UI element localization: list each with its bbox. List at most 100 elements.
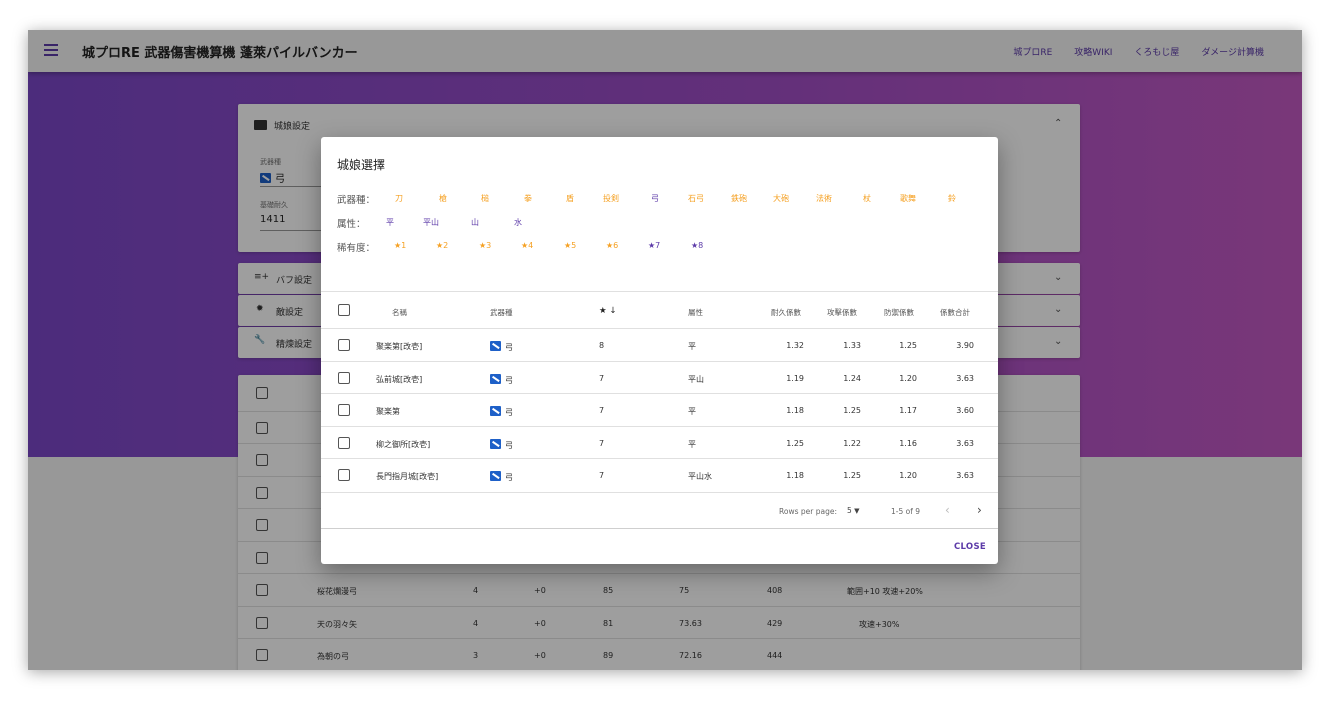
weapon-chip-shield[interactable]: 盾 — [566, 193, 574, 204]
row-checkbox[interactable] — [338, 404, 350, 416]
row-checkbox[interactable] — [338, 437, 350, 449]
bow-icon — [490, 374, 501, 384]
weapon-chip-katana[interactable]: 刀 — [395, 193, 403, 204]
rarity-cell: 7 — [599, 406, 605, 415]
weapon-text: 弓 — [505, 408, 513, 417]
weapon-cell: 弓 — [490, 341, 513, 353]
prev-page-icon[interactable]: ‹ — [945, 503, 950, 517]
def-coef-cell: 1.17 — [899, 406, 917, 415]
attribute-cell: 平山水 — [688, 472, 712, 481]
atk-coef-cell: 1.25 — [843, 406, 861, 415]
total-coef-cell: 3.63 — [956, 471, 974, 480]
column-name[interactable]: 名稱 — [392, 307, 407, 318]
attribute-cell: 平山 — [688, 375, 704, 384]
weapon-chip-fist[interactable]: 拳 — [524, 193, 532, 204]
hp-coef-cell: 1.18 — [786, 406, 804, 415]
bow-icon — [490, 439, 501, 449]
weapon-cell: 弓 — [490, 374, 513, 386]
weapon-chip-dance[interactable]: 歌舞 — [900, 193, 916, 204]
castle-name: 柳之御所[改壱] — [376, 440, 431, 449]
attribute-chip-mountain[interactable]: 山 — [471, 217, 479, 228]
hp-coef-cell: 1.25 — [786, 439, 804, 448]
attribute-chip-water[interactable]: 水 — [514, 217, 522, 228]
weapon-chip-hammer[interactable]: 槌 — [481, 193, 489, 204]
caret-down-icon: ▼ — [854, 507, 860, 515]
def-coef-cell: 1.20 — [899, 471, 917, 480]
attribute-cell: 平 — [688, 342, 696, 351]
def-coef-cell: 1.25 — [899, 341, 917, 350]
rarity-cell: 8 — [599, 341, 605, 350]
hp-coef-cell: 1.19 — [786, 374, 804, 383]
bow-icon — [490, 471, 501, 481]
weapon-filter-label: 武器種： — [337, 195, 376, 206]
column-rarity[interactable]: ★ ↓ — [599, 306, 616, 316]
weapon-cell: 弓 — [490, 406, 513, 418]
app-window: 城プロRE 武器傷害機算機 蓬萊パイルバンカー 城プロRE 攻略WIKI くろも… — [28, 30, 1302, 670]
def-coef-cell: 1.20 — [899, 374, 917, 383]
total-coef-cell: 3.63 — [956, 439, 974, 448]
attribute-cell: 平 — [688, 407, 696, 416]
weapon-chip-gun[interactable]: 鉄砲 — [731, 193, 747, 204]
weapon-text: 弓 — [505, 376, 513, 385]
attribute-chip-flat[interactable]: 平 — [386, 217, 394, 228]
column-weapon[interactable]: 武器種 — [490, 307, 513, 318]
weapon-chip-staff[interactable]: 杖 — [863, 193, 871, 204]
weapon-chip-magic[interactable]: 法術 — [816, 193, 832, 204]
rarity-chip-8[interactable]: ★8 — [691, 241, 703, 250]
weapon-chip-crossbow[interactable]: 石弓 — [688, 193, 704, 204]
column-rarity-label: ★ — [599, 306, 607, 316]
page-range: 1-5 of 9 — [891, 507, 921, 516]
table-row[interactable]: 長門指月城[改壱] 弓 7 平山水 1.18 1.25 1.20 3.63 — [321, 458, 998, 490]
table-row[interactable]: 弘前城[改壱] 弓 7 平山 1.19 1.24 1.20 3.63 — [321, 361, 998, 393]
rows-per-page-select[interactable]: 5 ▼ — [847, 506, 860, 515]
table-row[interactable]: 聚楽第 弓 7 平 1.18 1.25 1.17 3.60 — [321, 393, 998, 425]
weapon-chip-bow[interactable]: 弓 — [651, 193, 659, 204]
rarity-chip-3[interactable]: ★3 — [479, 241, 491, 250]
next-page-icon[interactable]: › — [977, 503, 982, 517]
sort-arrow-icon: ↓ — [609, 306, 617, 316]
column-hp-coef[interactable]: 耐久係數 — [771, 307, 801, 318]
dialog-title: 城娘選擇 — [337, 158, 386, 172]
total-coef-cell: 3.63 — [956, 374, 974, 383]
row-checkbox[interactable] — [338, 372, 350, 384]
table-pagination: Rows per page: 5 ▼ 1-5 of 9 ‹ › — [321, 492, 998, 528]
rarity-cell: 7 — [599, 439, 605, 448]
rarity-filter-label: 稀有度： — [337, 243, 376, 254]
weapon-text: 弓 — [505, 343, 513, 352]
hp-coef-cell: 1.18 — [786, 471, 804, 480]
hp-coef-cell: 1.32 — [786, 341, 804, 350]
rows-per-page-value: 5 — [847, 506, 852, 515]
rarity-cell: 7 — [599, 374, 605, 383]
rarity-chip-4[interactable]: ★4 — [521, 241, 533, 250]
close-button[interactable]: CLOSE — [954, 542, 986, 552]
table-row[interactable]: 柳之御所[改壱] 弓 7 平 1.25 1.22 1.16 3.63 — [321, 426, 998, 458]
weapon-chip-bell[interactable]: 鈴 — [948, 193, 956, 204]
column-attribute[interactable]: 屬性 — [688, 307, 703, 318]
column-atk-coef[interactable]: 攻擊係數 — [827, 307, 857, 318]
rarity-chip-1[interactable]: ★1 — [394, 241, 406, 250]
table-row[interactable]: 聚楽第[改壱] 弓 8 平 1.32 1.33 1.25 3.90 — [321, 328, 998, 360]
rarity-chip-5[interactable]: ★5 — [564, 241, 576, 250]
attribute-cell: 平 — [688, 440, 696, 449]
rarity-chip-7[interactable]: ★7 — [648, 241, 660, 250]
weapon-cell: 弓 — [490, 471, 513, 483]
attribute-chip-flat-mountain[interactable]: 平山 — [423, 217, 439, 228]
atk-coef-cell: 1.25 — [843, 471, 861, 480]
weapon-text: 弓 — [505, 441, 513, 450]
column-def-coef[interactable]: 防禦係數 — [884, 307, 914, 318]
weapon-chip-spear[interactable]: 槍 — [439, 193, 447, 204]
weapon-chip-cannon[interactable]: 大砲 — [773, 193, 789, 204]
select-all-checkbox[interactable] — [338, 304, 350, 316]
table-header: 名稱 武器種 ★ ↓ 屬性 耐久係數 攻擊係數 防禦係數 係數合計 — [321, 291, 998, 329]
rows-per-page-label: Rows per page: — [779, 507, 837, 516]
rarity-chip-2[interactable]: ★2 — [436, 241, 448, 250]
castle-name: 聚楽第[改壱] — [376, 342, 423, 351]
rarity-cell: 7 — [599, 471, 605, 480]
bow-icon — [490, 406, 501, 416]
row-checkbox[interactable] — [338, 339, 350, 351]
weapon-chip-throwing[interactable]: 投剣 — [603, 193, 619, 204]
castle-name: 聚楽第 — [376, 407, 400, 416]
row-checkbox[interactable] — [338, 469, 350, 481]
rarity-chip-6[interactable]: ★6 — [606, 241, 618, 250]
column-total-coef[interactable]: 係數合計 — [940, 307, 970, 318]
